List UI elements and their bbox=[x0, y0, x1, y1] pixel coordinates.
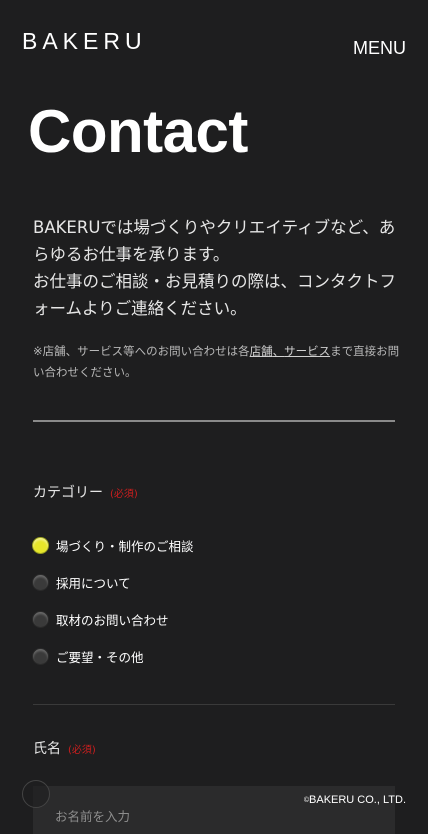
radio-button[interactable] bbox=[33, 612, 48, 627]
intro-text: BAKERUでは場づくりやクリエイティブなど、あらゆるお仕事を承ります。 お仕事… bbox=[33, 214, 403, 322]
radio-button[interactable] bbox=[33, 575, 48, 590]
note-prefix: ※店舗、サービス等へのお問い合わせは各 bbox=[33, 344, 250, 358]
note-separator: 、 bbox=[272, 344, 285, 358]
menu-button[interactable]: MENU bbox=[353, 38, 406, 59]
radio-label: 採用について bbox=[56, 576, 131, 591]
radio-label: 場づくり・制作のご相談 bbox=[56, 539, 194, 554]
name-label-text: 氏名 bbox=[33, 741, 61, 757]
intro-line-1: BAKERUでは場づくりやクリエイティブなど、あらゆるお仕事を承ります。 bbox=[33, 218, 396, 264]
radio-button[interactable] bbox=[33, 538, 48, 553]
radio-label: ご要望・その他 bbox=[56, 650, 144, 665]
intro-line-2: お仕事のご相談・お見積りの際は、コンタクトフォームよりご連絡ください。 bbox=[33, 272, 396, 318]
category-radio-group: 場づくり・制作のご相談 採用について 取材のお問い合わせ ご要望・その他 bbox=[33, 533, 393, 681]
scroll-top-button[interactable] bbox=[22, 780, 50, 808]
service-link[interactable]: サービス bbox=[284, 344, 330, 358]
store-link[interactable]: 店舗 bbox=[250, 344, 273, 358]
contact-page: BAKERU MENU Contact BAKERUでは場づくりやクリエイティブ… bbox=[0, 0, 428, 834]
category-option-recruit[interactable]: 採用について bbox=[33, 570, 393, 595]
inquiry-note: ※店舗、サービス等へのお問い合わせは各店舗、サービスまで直接お問い合わせください… bbox=[33, 341, 403, 383]
name-label: 氏名 (必須) bbox=[33, 738, 96, 758]
category-label: カテゴリー (必須) bbox=[33, 482, 138, 502]
category-option-production[interactable]: 場づくり・制作のご相談 bbox=[33, 533, 393, 558]
radio-button[interactable] bbox=[33, 649, 48, 664]
category-label-text: カテゴリー bbox=[33, 485, 103, 501]
page-title: Contact bbox=[28, 98, 248, 165]
field-divider bbox=[33, 704, 395, 705]
category-option-press[interactable]: 取材のお問い合わせ bbox=[33, 607, 393, 632]
category-required-badge: (必須) bbox=[110, 489, 138, 500]
copyright-text: BAKERU CO., LTD. bbox=[309, 794, 406, 806]
radio-label: 取材のお問い合わせ bbox=[56, 613, 169, 628]
name-required-badge: (必須) bbox=[68, 745, 96, 756]
section-divider bbox=[33, 420, 395, 422]
category-option-other[interactable]: ご要望・その他 bbox=[33, 644, 393, 669]
copyright: ©BAKERU CO., LTD. bbox=[304, 794, 406, 806]
bakeru-logo[interactable]: BAKERU bbox=[22, 28, 147, 55]
